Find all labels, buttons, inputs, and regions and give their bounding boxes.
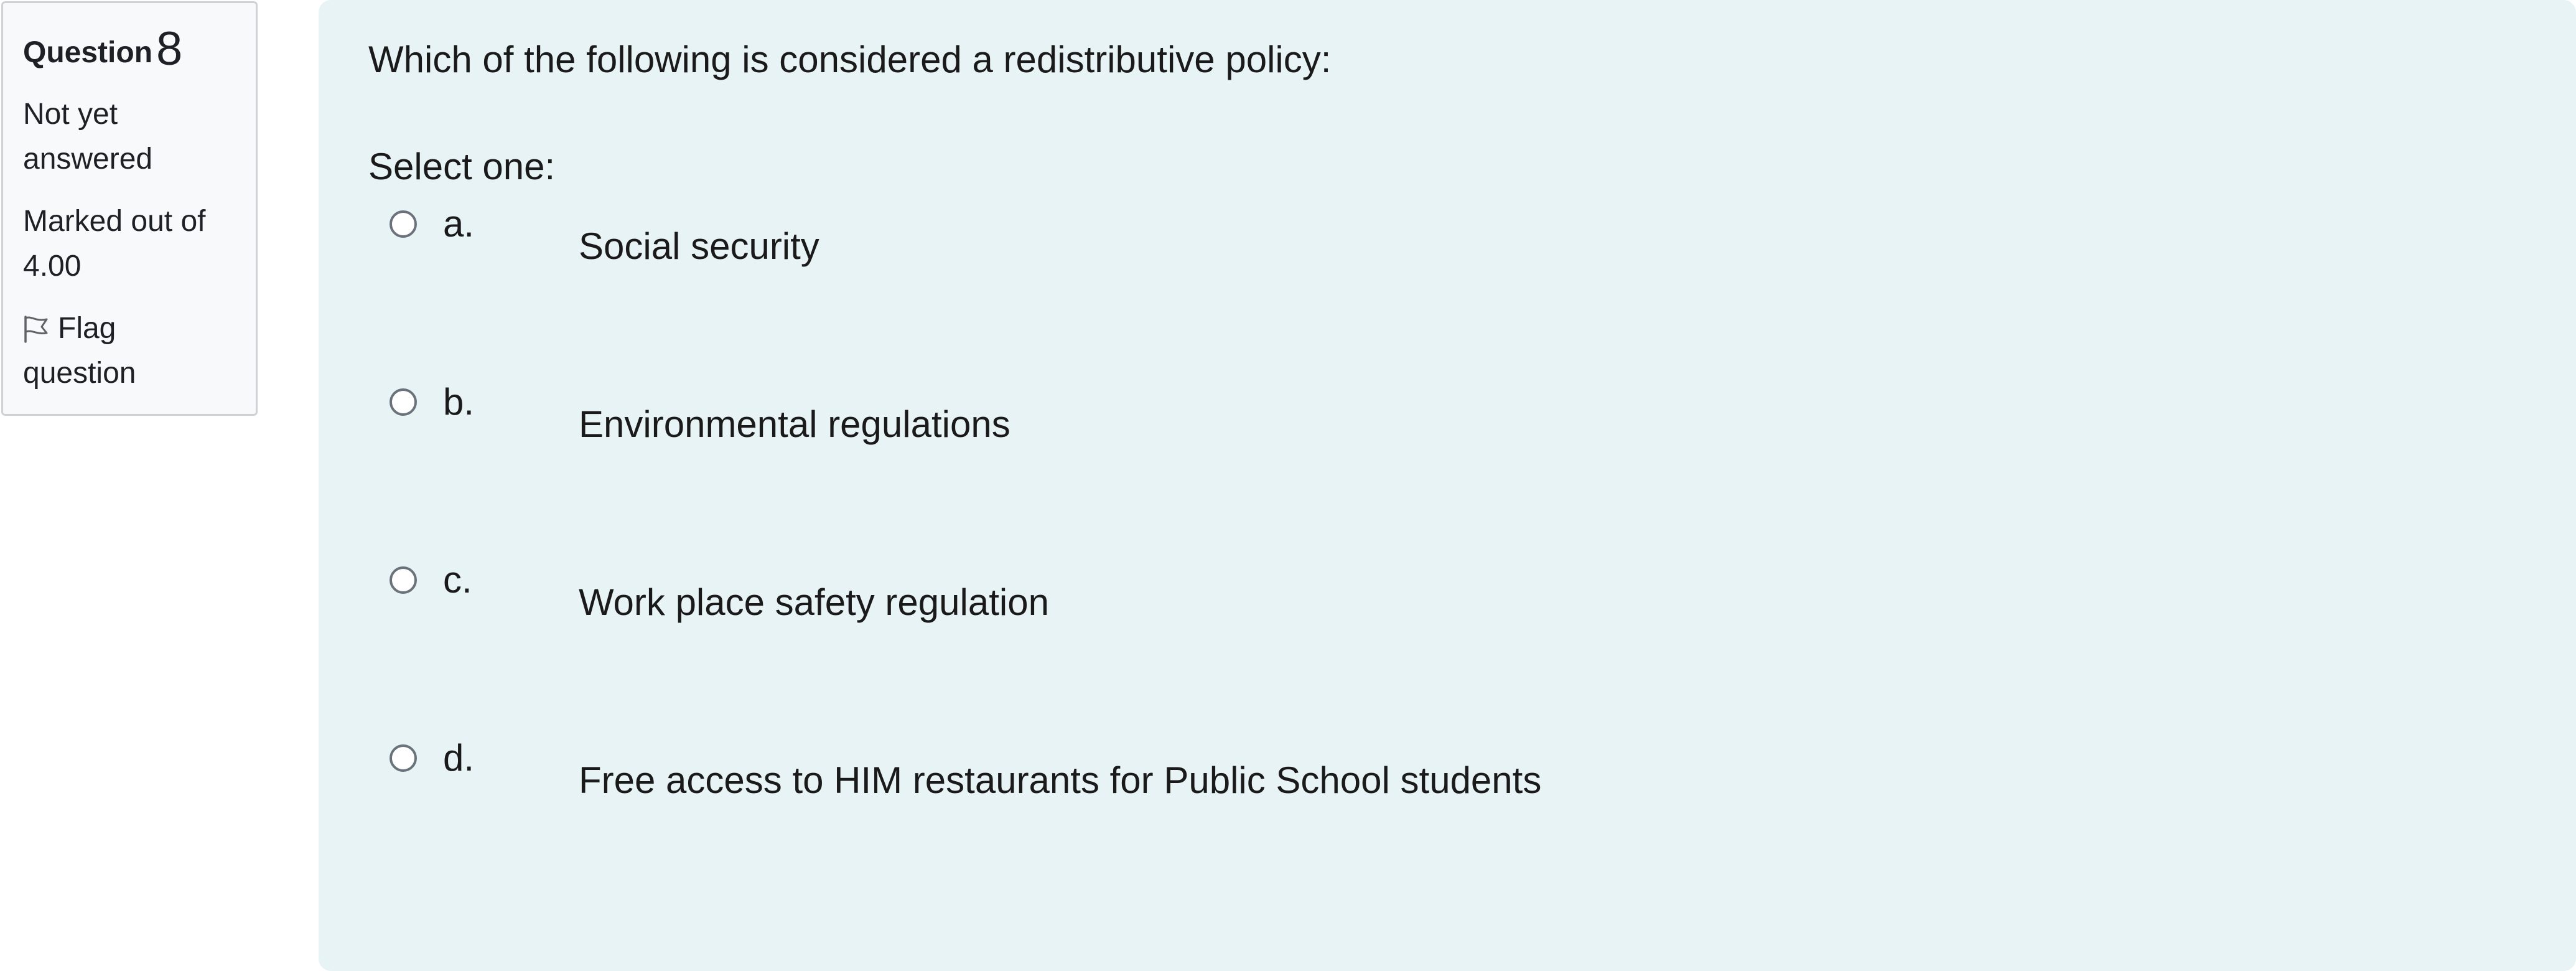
question-grade-line2: 4.00 [23,250,82,283]
answer-list: a. Social security b. Environmental regu… [368,193,2526,905]
radio-button-a[interactable] [390,210,417,238]
radio-button-b[interactable] [390,388,417,416]
answer-option-c[interactable]: c. Work place safety regulation [368,549,2526,727]
question-number: 8 [156,22,183,75]
radio-button-c[interactable] [390,566,417,594]
answer-label[interactable]: Social security [579,220,819,273]
question-state-line1: Not yet [23,98,118,131]
answer-label[interactable]: Work place safety regulation [579,576,1049,629]
question-grade-line1: Marked out of [23,205,206,238]
question-text: Which of the following is considered a r… [368,39,1332,80]
flag-question-label-line2: question [23,357,136,390]
answer-label[interactable]: Environmental regulations [579,398,1010,451]
question-state: Not yet answered [23,92,237,182]
quiz-page: Question8 Not yet answered Marked out of… [0,0,2576,971]
answer-option-d[interactable]: d. Free access to HIM restaurants for Pu… [368,727,2526,905]
answer-letter: a. [443,203,475,245]
answer-letter: b. [443,381,475,423]
answer-letter: c. [443,559,472,601]
select-one-prompt: Select one: [368,146,556,187]
question-number-heading: Question8 [23,21,237,77]
radio-button-d[interactable] [390,744,417,772]
flag-question-label-line1: Flag [58,312,116,345]
question-content: Which of the following is considered a r… [319,0,2576,971]
answer-label[interactable]: Free access to HIM restaurants for Publi… [579,754,1541,807]
question-grade: Marked out of 4.00 [23,199,237,289]
question-info-box: Question8 Not yet answered Marked out of… [1,1,258,416]
question-state-line2: answered [23,143,153,176]
flag-icon [23,311,49,343]
answer-option-a[interactable]: a. Social security [368,193,2526,371]
question-label: Question [23,36,153,69]
answer-letter: d. [443,737,475,779]
flag-question-button[interactable]: Flag question [23,306,237,396]
answer-option-b[interactable]: b. Environmental regulations [368,371,2526,549]
